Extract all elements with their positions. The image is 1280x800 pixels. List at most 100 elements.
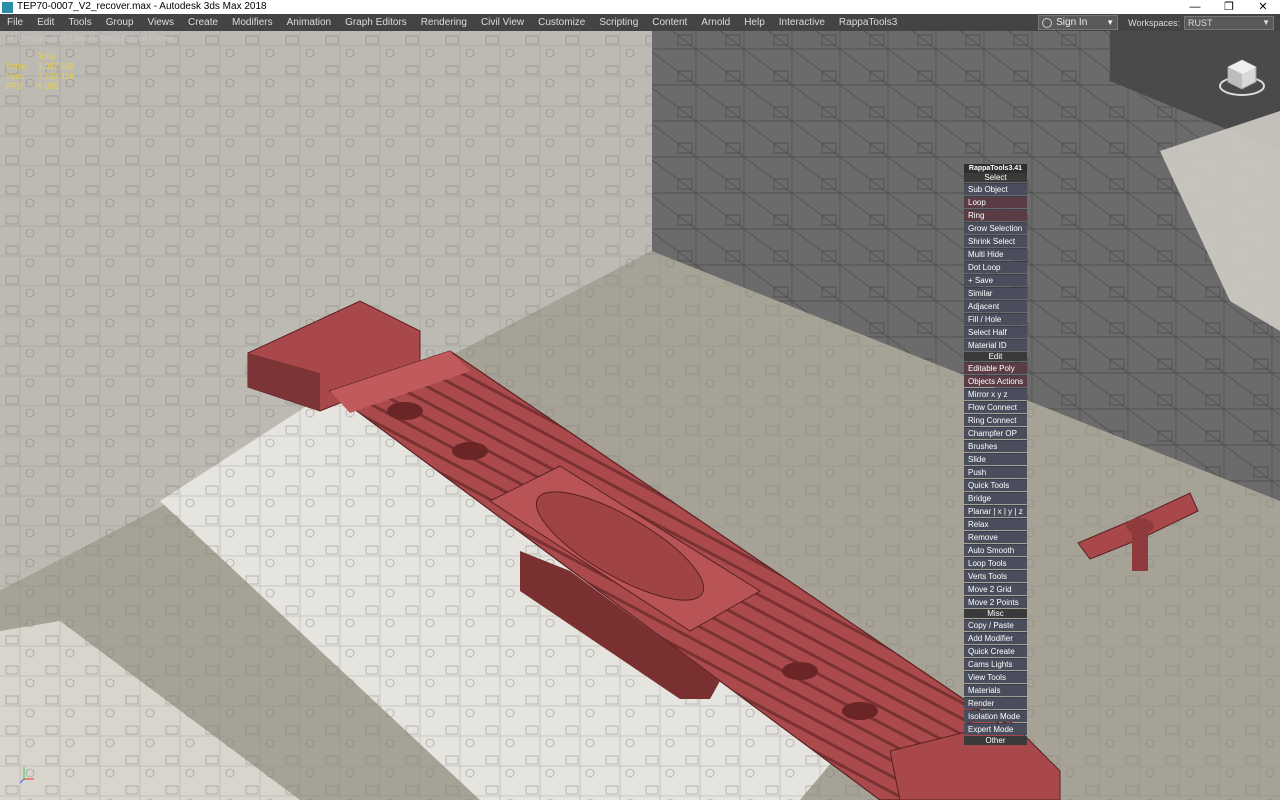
workspaces-dropdown[interactable]: RUST ▼ <box>1184 15 1274 30</box>
rt-shrink-select-button[interactable]: Shrink Select <box>964 235 1027 247</box>
rappatools-title: RappaTools3.41 <box>964 164 1027 173</box>
sign-in-label: Sign In <box>1056 17 1088 28</box>
rt-champfer-op-button[interactable]: Champfer OP <box>964 427 1027 439</box>
menu-edit[interactable]: Edit <box>30 14 61 31</box>
menu-animation[interactable]: Animation <box>280 14 338 31</box>
stat-value: 2,097,660 <box>38 62 74 71</box>
window-title: TEP70-0007_V2_recover.max - Autodesk 3ds… <box>17 1 267 12</box>
menu-bar: File Edit Tools Group Views Create Modif… <box>0 14 1280 31</box>
title-bar: TEP70-0007_V2_recover.max - Autodesk 3ds… <box>0 0 1280 14</box>
rt-similar-button[interactable]: Similar <box>964 287 1027 299</box>
stat-key: Polys: <box>6 62 28 71</box>
section-other[interactable]: Other <box>964 736 1027 745</box>
window-controls: — ❐ ✕ <box>1178 0 1280 14</box>
rt-loop-tools-button[interactable]: Loop Tools <box>964 557 1027 569</box>
rt-fill-hole-button[interactable]: Fill / Hole <box>964 313 1027 325</box>
rt-view-tools-button[interactable]: View Tools <box>964 671 1027 683</box>
section-misc[interactable]: Misc <box>964 609 1027 618</box>
perspective-viewport[interactable]: [+] [Orthographic] [User Defined] [Edged… <box>0 31 1280 800</box>
rt-ring-button[interactable]: Ring <box>964 209 1027 221</box>
workspaces-label: Workspaces: <box>1128 17 1180 28</box>
rt-grow-selection-button[interactable]: Grow Selection <box>964 222 1027 234</box>
rappatools-panel: RappaTools3.41 Select Sub Object Loop Ri… <box>964 164 1027 745</box>
rt-ring-connect-button[interactable]: Ring Connect <box>964 414 1027 426</box>
close-button[interactable]: ✕ <box>1246 0 1280 14</box>
rt-render-button[interactable]: Render <box>964 697 1027 709</box>
menu-modifiers[interactable]: Modifiers <box>225 14 280 31</box>
rt-multi-hide-button[interactable]: Multi Hide <box>964 248 1027 260</box>
menu-create[interactable]: Create <box>181 14 225 31</box>
viewport-label[interactable]: [+] [Orthographic] [User Defined] [Edged… <box>4 34 173 43</box>
menu-tools[interactable]: Tools <box>61 14 98 31</box>
scene-render <box>0 31 1280 800</box>
menu-group[interactable]: Group <box>99 14 141 31</box>
rt-slide-button[interactable]: Slide <box>964 453 1027 465</box>
rt-brushes-button[interactable]: Brushes <box>964 440 1027 452</box>
menu-content[interactable]: Content <box>645 14 694 31</box>
maximize-button[interactable]: ❐ <box>1212 0 1246 14</box>
stat-row: Verts: 2,103,418 <box>6 72 74 82</box>
3dsmax-window: TEP70-0007_V2_recover.max - Autodesk 3ds… <box>0 0 1280 800</box>
rt-remove-button[interactable]: Remove <box>964 531 1027 543</box>
rt-expert-mode-button[interactable]: Expert Mode <box>964 723 1027 735</box>
rt-flow-connect-button[interactable]: Flow Connect <box>964 401 1027 413</box>
section-edit[interactable]: Edit <box>964 352 1027 361</box>
stat-key: Verts: <box>6 72 27 81</box>
user-icon <box>1042 17 1053 28</box>
section-select[interactable]: Select <box>964 173 1027 182</box>
rt-quick-create-button[interactable]: Quick Create <box>964 645 1027 657</box>
menu-graph-editors[interactable]: Graph Editors <box>338 14 414 31</box>
stat-value: 5.005 <box>38 82 59 91</box>
chevron-down-icon: ▼ <box>1106 18 1115 27</box>
menu-scripting[interactable]: Scripting <box>592 14 645 31</box>
rt-relax-button[interactable]: Relax <box>964 518 1027 530</box>
stat-key <box>6 52 32 62</box>
menu-interactive[interactable]: Interactive <box>772 14 832 31</box>
rt-cams-lights-button[interactable]: Cams Lights <box>964 658 1027 670</box>
workspaces-value: RUST <box>1188 17 1213 28</box>
stat-row: Polys: 2,097,660 <box>6 62 74 72</box>
rt-add-modifier-button[interactable]: Add Modifier <box>964 632 1027 644</box>
menu-rappatools3[interactable]: RappaTools3 <box>832 14 904 31</box>
minimize-button[interactable]: — <box>1178 0 1212 14</box>
axis-tripod-icon <box>18 763 38 785</box>
chevron-down-icon: ▼ <box>1262 18 1270 27</box>
stat-value: 2,103,418 <box>38 72 74 81</box>
menu-customize[interactable]: Customize <box>531 14 592 31</box>
app-icon <box>2 1 13 13</box>
rt-auto-smooth-button[interactable]: Auto Smooth <box>964 544 1027 556</box>
rt-copy-paste-button[interactable]: Copy / Paste <box>964 619 1027 631</box>
rt-move-2-grid-button[interactable]: Move 2 Grid <box>964 583 1027 595</box>
rt-select-half-button[interactable]: Select Half <box>964 326 1027 338</box>
viewcube-icon[interactable] <box>1216 52 1268 104</box>
rt-mirror-button[interactable]: Mirror x y z <box>964 388 1027 400</box>
menu-arnold[interactable]: Arnold <box>694 14 737 31</box>
rt-isolation-mode-button[interactable]: Isolation Mode <box>964 710 1027 722</box>
rt-plus-save-button[interactable]: + Save <box>964 274 1027 286</box>
rt-loop-button[interactable]: Loop <box>964 196 1027 208</box>
menu-civil-view[interactable]: Civil View <box>474 14 531 31</box>
rt-planar-button[interactable]: Planar | x | y | z <box>964 505 1027 517</box>
rt-objects-actions-button[interactable]: Objects Actions <box>964 375 1027 387</box>
menu-file[interactable]: File <box>0 14 30 31</box>
rt-bridge-button[interactable]: Bridge <box>964 492 1027 504</box>
menu-rendering[interactable]: Rendering <box>414 14 474 31</box>
rt-adjacent-button[interactable]: Adjacent <box>964 300 1027 312</box>
rt-sub-object-button[interactable]: Sub Object <box>964 183 1027 195</box>
rt-quick-tools-button[interactable]: Quick Tools <box>964 479 1027 491</box>
stat-value: Total <box>38 52 55 61</box>
rt-dot-loop-button[interactable]: Dot Loop <box>964 261 1027 273</box>
rt-editable-poly-button[interactable]: Editable Poly <box>964 362 1027 374</box>
rt-verts-tools-button[interactable]: Verts Tools <box>964 570 1027 582</box>
menu-views[interactable]: Views <box>141 14 182 31</box>
rt-move-2-points-button[interactable]: Move 2 Points <box>964 596 1027 608</box>
rt-material-id-button[interactable]: Material ID <box>964 339 1027 351</box>
stat-row: Total <box>6 52 74 62</box>
viewport-statistics: Total Polys: 2,097,660 Verts: 2,103,418 … <box>6 52 74 92</box>
rt-push-button[interactable]: Push <box>964 466 1027 478</box>
rt-materials-button[interactable]: Materials <box>964 684 1027 696</box>
sign-in-button[interactable]: Sign In ▼ <box>1038 15 1119 30</box>
stat-key: FPS: <box>6 82 24 91</box>
stat-row: FPS: 5.005 <box>6 82 74 92</box>
menu-help[interactable]: Help <box>737 14 772 31</box>
